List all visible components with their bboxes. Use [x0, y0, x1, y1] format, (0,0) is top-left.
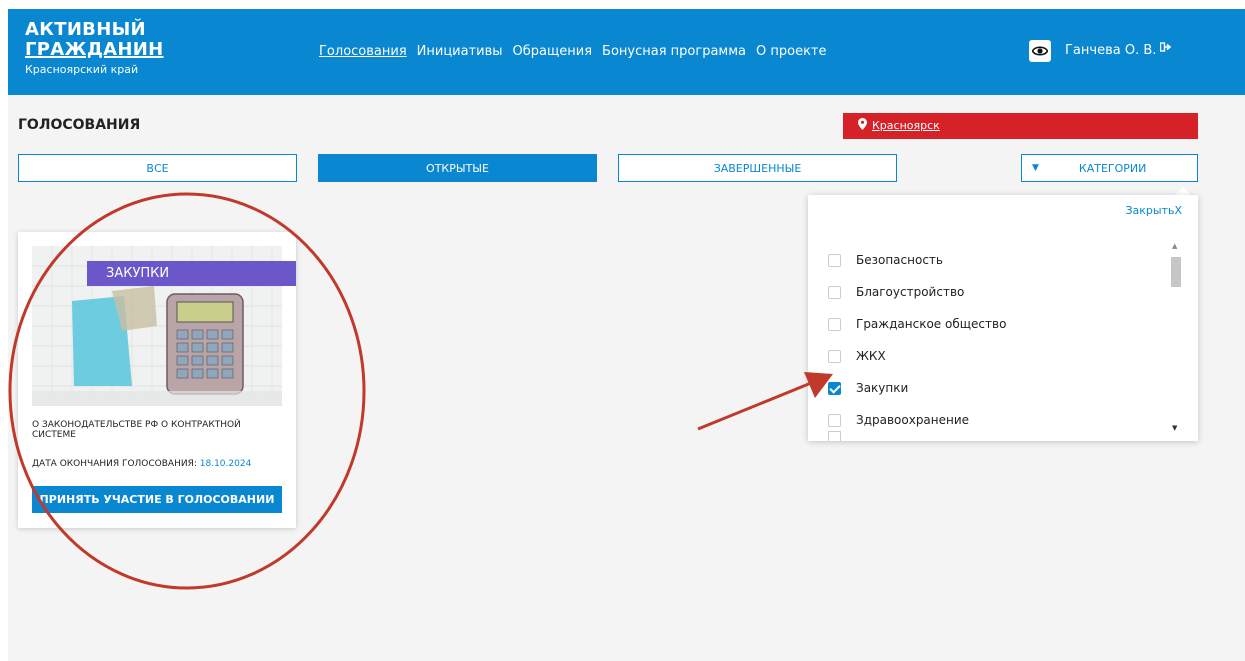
vote-end-date-label: ДАТА ОКОНЧАНИЯ ГОЛОСОВАНИЯ: — [32, 459, 197, 469]
categories-dropdown: ЗакрытьX Безопасность Благоустройство Гр… — [808, 195, 1198, 441]
category-label: Гражданское общество — [856, 317, 1007, 331]
category-item-security[interactable]: Безопасность — [828, 244, 1006, 276]
category-checkbox[interactable] — [828, 253, 841, 267]
category-label: Закупки — [856, 381, 909, 395]
category-checkbox[interactable] — [828, 285, 841, 299]
logo-title-line2: ГРАЖДАНИН — [25, 39, 164, 60]
app-frame: АКТИВНЫЙ ГРАЖДАНИН Красноярский край Гол… — [8, 9, 1245, 661]
nav-about[interactable]: О проекте — [756, 44, 827, 59]
vote-title[interactable]: О ЗАКОНОДАТЕЛЬСТВЕ РФ О КОНТРАКТНОЙ СИСТ… — [32, 420, 287, 440]
user-name[interactable]: Ганчева О. В. — [1065, 43, 1156, 58]
dropdown-notch — [1175, 187, 1191, 195]
category-checkbox-partial[interactable] — [828, 431, 841, 441]
category-label: Благоустройство — [856, 285, 965, 299]
category-item-improvement[interactable]: Благоустройство — [828, 276, 1006, 308]
category-checkbox[interactable] — [828, 413, 841, 427]
scroll-thumb[interactable] — [1171, 257, 1181, 287]
category-label: Здравоохранение — [856, 413, 970, 427]
nav-votes[interactable]: Голосования — [319, 44, 407, 59]
dropdown-close-label: Закрыть — [1125, 204, 1175, 217]
category-list: Безопасность Благоустройство Гражданское… — [828, 244, 1006, 436]
city-name: Красноярск — [872, 119, 940, 132]
category-item-healthcare[interactable]: Здравоохранение — [828, 404, 1006, 436]
category-checkbox[interactable] — [828, 349, 841, 363]
nav-appeals[interactable]: Обращения — [513, 44, 592, 59]
city-selector[interactable]: Красноярск — [843, 113, 1198, 139]
tab-all[interactable]: ВСЕ — [18, 154, 297, 182]
tab-open[interactable]: ОТКРЫТЫЕ — [318, 154, 597, 182]
map-pin-icon — [858, 118, 867, 130]
nav-initiatives[interactable]: Инициативы — [417, 44, 503, 59]
main-nav: Голосования Инициативы Обращения Бонусна… — [319, 44, 827, 59]
accessibility-eye-icon[interactable] — [1029, 40, 1051, 62]
vote-end-date-value: 18.10.2024 — [199, 459, 252, 469]
nav-bonus-program[interactable]: Бонусная программа — [602, 44, 746, 59]
annotation-arrow-line — [697, 379, 817, 431]
card-category-badge: ЗАКУПКИ — [87, 261, 296, 286]
card-category-label: ЗАКУПКИ — [106, 266, 170, 281]
categories-dropdown-toggle[interactable]: ▼ КАТЕГОРИИ — [1021, 154, 1198, 182]
site-logo[interactable]: АКТИВНЫЙ ГРАЖДАНИН Красноярский край — [25, 19, 164, 77]
category-label: ЖКХ — [856, 349, 886, 363]
vote-end-date: ДАТА ОКОНЧАНИЯ ГОЛОСОВАНИЯ: 18.10.2024 — [32, 459, 251, 469]
scroll-down-icon[interactable]: ▼ — [1172, 424, 1177, 432]
page-title: ГОЛОСОВАНИЯ — [18, 117, 141, 133]
caret-down-icon: ▼ — [1032, 163, 1039, 173]
category-checkbox-checked[interactable] — [828, 381, 841, 395]
close-icon: X — [1174, 204, 1182, 217]
category-checkbox[interactable] — [828, 317, 841, 331]
logout-icon[interactable] — [1159, 41, 1172, 57]
category-item-housing[interactable]: ЖКХ — [828, 340, 1006, 372]
categories-label: КАТЕГОРИИ — [1078, 161, 1147, 175]
scroll-up-icon[interactable]: ▲ — [1172, 242, 1177, 250]
join-vote-button[interactable]: ПРИНЯТЬ УЧАСТИЕ В ГОЛОСОВАНИИ — [32, 486, 282, 513]
logo-title-line1: АКТИВНЫЙ — [25, 19, 146, 40]
category-item-civil-society[interactable]: Гражданское общество — [828, 308, 1006, 340]
dropdown-scrollbar[interactable]: ▲ ▼ — [1170, 242, 1182, 432]
dropdown-close-button[interactable]: ЗакрытьX — [1125, 204, 1182, 217]
tab-completed[interactable]: ЗАВЕРШЕННЫЕ — [618, 154, 897, 182]
logo-region: Красноярский край — [25, 63, 139, 76]
site-header: АКТИВНЫЙ ГРАЖДАНИН Красноярский край Гол… — [8, 9, 1245, 95]
category-item-procurement[interactable]: Закупки — [828, 372, 1006, 404]
category-label: Безопасность — [856, 253, 943, 267]
